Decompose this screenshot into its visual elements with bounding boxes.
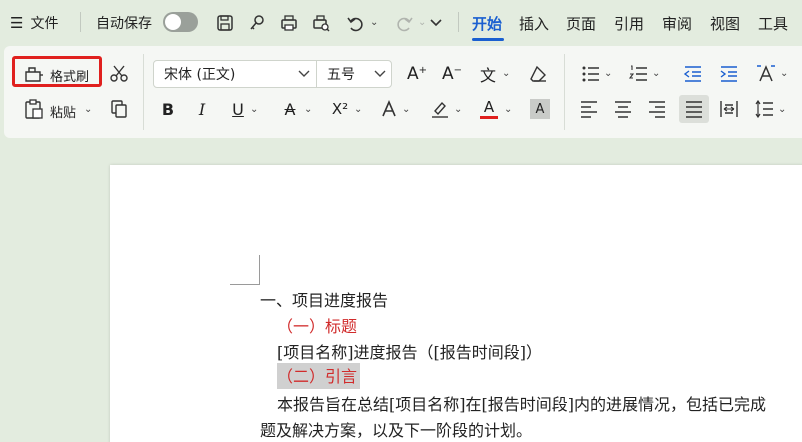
more-chevron-icon[interactable] [426,12,446,34]
underline-icon: U [232,99,244,119]
cut-icon[interactable] [108,62,130,84]
toggle-knob [165,14,181,30]
text-effect-dropdown-icon[interactable]: ⌄ [402,104,410,115]
copy-icon[interactable] [108,98,130,120]
shrink-font-button[interactable]: A − [440,62,464,86]
highlight-dropdown-icon[interactable]: ⌄ [454,104,462,115]
divider [458,12,459,32]
body-line[interactable]: 题及解决方案，以及下一阶段的计划。 [260,417,532,441]
file-menu[interactable]: ☰ 文件 [10,0,58,46]
line-spacing-dropdown-icon[interactable]: ⌄ [778,104,786,115]
font-size-value: 五号 [327,67,355,83]
italic-button[interactable]: I [192,98,212,120]
numbered-list-icon[interactable] [628,62,650,86]
paste-button[interactable] [24,96,96,122]
decrease-indent-icon[interactable] [682,62,704,86]
text-direction-icon[interactable] [754,62,778,86]
align-right-icon[interactable] [646,98,668,120]
print-preview-icon[interactable] [310,12,332,34]
print-icon[interactable] [278,12,300,34]
increase-indent-icon[interactable] [718,62,740,86]
save-icon[interactable] [214,12,236,34]
divider [564,54,565,130]
italic-icon: I [198,99,206,119]
tab-references[interactable]: 引用 [614,0,644,46]
phonetic-dropdown-icon[interactable]: ⌄ [502,68,510,79]
text-direction-dropdown-icon[interactable]: ⌄ [780,68,788,79]
superscript-button[interactable]: X² [328,98,352,120]
bullet-list-icon[interactable] [580,62,602,86]
undo-dropdown-icon[interactable]: ⌄ [370,17,378,28]
phonetic-guide-button[interactable]: 文 [476,61,500,87]
line-spacing-icon[interactable] [754,98,776,120]
grow-font-button[interactable]: A + [405,62,429,86]
bold-icon: B [161,99,175,119]
grow-font-icon: A [406,64,419,84]
underline-button[interactable]: U [228,98,248,120]
tab-review[interactable]: 审阅 [662,0,692,46]
strikethrough-icon: A [284,99,296,119]
font-color-icon: A [483,97,495,116]
body-line[interactable]: 本报告旨在总结[项目名称]在[报告时间段]内的进展情况，包括已完成 [277,391,766,415]
autosave-toggle[interactable] [163,12,198,32]
font-color-button[interactable]: A [478,96,500,120]
divider [143,54,144,130]
tab-view[interactable]: 视图 [710,0,740,46]
redo-icon[interactable] [394,12,416,34]
align-left-icon[interactable] [578,98,600,120]
tab-page[interactable]: 页面 [566,0,596,46]
tab-insert[interactable]: 插入 [519,0,549,46]
strikethrough-button[interactable]: A [280,98,300,120]
body-line[interactable]: [项目名称]进度报告（[报告时间段]） [277,339,542,363]
bullet-list-dropdown-icon[interactable]: ⌄ [604,68,612,79]
margin-corner-mark [230,284,260,285]
strikethrough-dropdown-icon[interactable]: ⌄ [304,104,312,115]
font-color-bar [480,115,498,119]
shrink-font-icon: A [441,64,454,84]
font-name-select[interactable]: 宋体 (正文) [153,60,317,88]
divider [80,12,81,32]
character-shading-icon: A [535,101,545,117]
font-name-dropdown-icon[interactable] [296,66,312,82]
tab-tools[interactable]: 工具 [758,0,788,46]
subheading-intro-selected[interactable]: （二）引言 [277,363,361,389]
superscript-dropdown-icon[interactable]: ⌄ [354,104,362,115]
clear-format-icon[interactable] [526,62,550,86]
key-icon[interactable] [246,12,268,34]
undo-icon[interactable] [344,12,366,34]
font-color-dropdown-icon[interactable]: ⌄ [504,104,512,115]
subheading-title[interactable]: （一）标题 [277,313,357,337]
active-tab-indicator [472,38,504,41]
margin-corner-mark [259,255,260,285]
character-shading-button[interactable]: A [530,99,550,119]
autosave-label: 自动保存 [96,16,152,32]
align-center-icon[interactable] [612,98,634,120]
superscript-icon: X² [331,100,349,118]
heading-line[interactable]: 一、项目进度报告 [260,287,388,311]
numbered-list-dropdown-icon[interactable]: ⌄ [652,68,660,79]
font-name-value: 宋体 (正文) [164,67,236,83]
file-menu-label: 文件 [30,16,59,32]
hamburger-icon: ☰ [10,14,24,32]
format-painter-button[interactable] [12,56,102,87]
font-size-dropdown-icon[interactable] [372,66,388,82]
distribute-icon[interactable] [718,98,740,120]
text-effect-button[interactable] [378,98,400,120]
justify-icon[interactable] [679,95,709,123]
ribbon [4,46,802,138]
highlight-icon[interactable] [428,98,452,120]
phonetic-guide-icon: 文 [479,66,496,85]
bold-button[interactable]: B [158,98,178,120]
underline-dropdown-icon[interactable]: ⌄ [250,104,258,115]
